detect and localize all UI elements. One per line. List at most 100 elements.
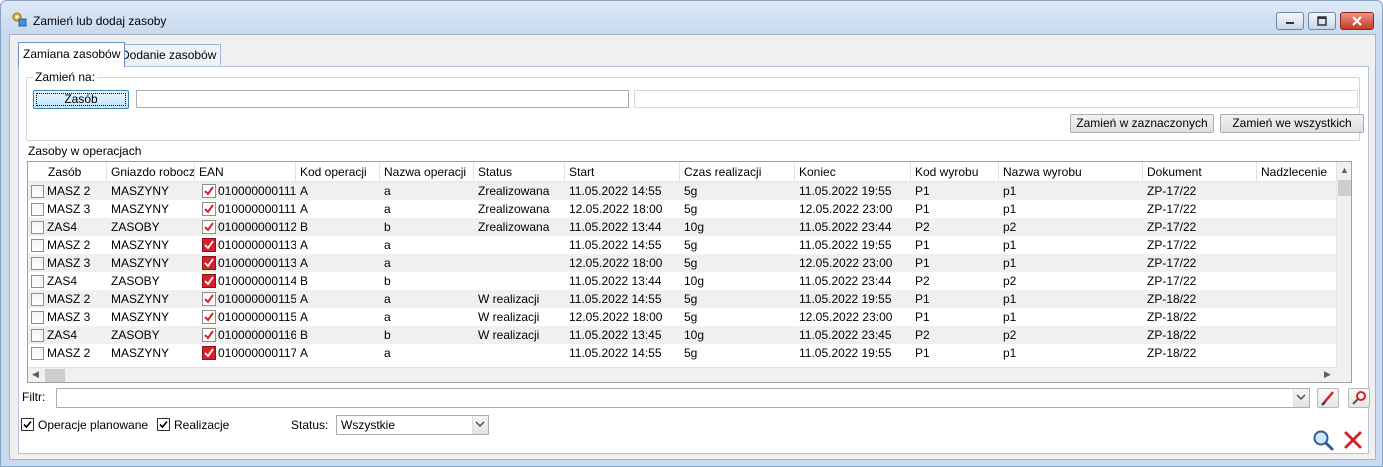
cell-zasob: ZAS4: [47, 328, 78, 342]
cell-gniazdo: ZASOBY: [111, 220, 160, 234]
cancel-button[interactable]: [1341, 428, 1365, 452]
cell-czas: 5g: [684, 184, 698, 198]
status-select[interactable]: Wszystkie: [336, 415, 489, 435]
cell-ean: 010000000111: [218, 202, 296, 216]
cell-nazwa-wyrobu: p1: [1003, 202, 1017, 216]
cell-zasob: MASZ 2: [47, 292, 91, 306]
cell-nazwa: b: [384, 328, 391, 342]
cell-kod-wyrobu: P1: [915, 238, 930, 252]
filter-label: Filtr:: [22, 390, 46, 404]
app-icon: [12, 12, 27, 27]
table-row[interactable]: MASZ 2 MASZYNY 010000000117 Aa 11.05.2022 14…: [28, 344, 1338, 362]
cell-kod-wyrobu: P2: [915, 274, 930, 288]
resource-code-field[interactable]: [136, 90, 629, 108]
cell-status: [474, 236, 565, 254]
table-row[interactable]: MASZ 2 MASZYNY 010000000111 Aa Zrealizowana 1…: [28, 182, 1338, 200]
column-header[interactable]: Zasób: [28, 162, 107, 182]
cell-dokument: ZP-17/22: [1147, 238, 1197, 252]
cell-nadzlecenie: [1257, 236, 1338, 254]
table-row[interactable]: ZAS4 ZASOBY 010000000114 Bb 11.05.2022 13:44…: [28, 272, 1338, 290]
grid-rows: MASZ 2 MASZYNY 010000000111 Aa Zrealizowana 1…: [28, 182, 1338, 368]
cell-dokument: ZP-18/22: [1147, 328, 1197, 342]
search-button[interactable]: [1311, 428, 1335, 452]
table-row[interactable]: ZAS4 ZASOBY 010000000116 Bb W realizacji 11.0…: [28, 326, 1338, 344]
column-header[interactable]: Koniec: [795, 162, 911, 182]
cell-start: 12.05.2022 18:00: [569, 202, 663, 216]
column-header[interactable]: Nazwa operacji: [380, 162, 474, 182]
column-header[interactable]: Gniazdo robocze: [107, 162, 195, 182]
ean-checked-icon: [202, 256, 216, 270]
filter-dropdown-button[interactable]: [1293, 389, 1309, 407]
cell-start: 11.05.2022 13:45: [569, 328, 662, 342]
cell-zasob: MASZ 2: [47, 184, 91, 198]
resource-name-field[interactable]: [634, 90, 1358, 108]
cell-dokument: ZP-18/22: [1147, 310, 1197, 324]
minimize-button[interactable]: [1276, 12, 1304, 30]
table-row[interactable]: MASZ 3 MASZYNY 010000000111 Aa Zrealizowana 1…: [28, 200, 1338, 218]
resource-select-button[interactable]: Zasób: [33, 90, 129, 109]
realizations-checkbox[interactable]: [157, 418, 170, 431]
cell-ean: 010000000111: [218, 184, 296, 198]
cell-start: 11.05.2022 14:55: [569, 238, 662, 252]
cell-nadzlecenie: [1257, 200, 1338, 218]
cell-koniec: 11.05.2022 23:44: [799, 274, 892, 288]
close-button[interactable]: [1340, 12, 1374, 30]
replace-selected-button[interactable]: Zamień w zaznaczonych: [1070, 114, 1214, 133]
horizontal-scroll-thumb[interactable]: [45, 369, 65, 382]
cell-nazwa-wyrobu: p1: [1003, 256, 1017, 270]
cancel-icon: [1344, 431, 1362, 449]
column-header[interactable]: Kod operacji: [296, 162, 380, 182]
cell-zasob: MASZ 3: [47, 310, 91, 324]
table-row[interactable]: MASZ 3 MASZYNY 010000000115 Aa W realizacji 1…: [28, 308, 1338, 326]
column-header[interactable]: Kod wyrobu: [911, 162, 999, 182]
table-row[interactable]: MASZ 2 MASZYNY 010000000113 Aa 11.05.2022 14…: [28, 236, 1338, 254]
horizontal-scrollbar[interactable]: ◀ ▶: [28, 367, 1338, 382]
dialog-window: Zamień lub dodaj zasoby Zamiana zasobów …: [0, 0, 1383, 467]
ean-checked-icon: [202, 184, 216, 198]
check-icon: [159, 420, 168, 429]
cell-start: 11.05.2022 14:55: [569, 292, 662, 306]
planned-operations-checkbox[interactable]: [21, 418, 34, 431]
cell-ean: 010000000112: [218, 220, 296, 234]
planned-operations-label: Operacje planowane: [38, 418, 149, 432]
build-filter-icon: [1352, 391, 1366, 405]
column-header[interactable]: Dokument: [1143, 162, 1257, 182]
vertical-scroll-thumb[interactable]: [1338, 180, 1351, 196]
column-header[interactable]: Nadzlecenie: [1257, 162, 1338, 182]
title-bar[interactable]: Zamień lub dodaj zasoby: [1, 1, 1382, 33]
table-row[interactable]: MASZ 3 MASZYNY 010000000113 Aa 12.05.2022 18…: [28, 254, 1338, 272]
cell-zasob: ZAS4: [47, 220, 78, 234]
vertical-scrollbar[interactable]: ▲: [1336, 162, 1351, 368]
maximize-button[interactable]: [1308, 12, 1336, 30]
table-row[interactable]: ZAS4 ZASOBY 010000000112 Bb Zrealizowana 11.0…: [28, 218, 1338, 236]
status-dropdown-button[interactable]: [472, 416, 488, 434]
cell-dokument: ZP-17/22: [1147, 274, 1197, 288]
cell-czas: 5g: [684, 256, 698, 270]
clear-filter-button[interactable]: [1317, 388, 1339, 408]
column-header[interactable]: EAN: [195, 162, 296, 182]
column-header[interactable]: Start: [565, 162, 680, 182]
chevron-down-icon: [475, 421, 485, 427]
cell-nazwa-wyrobu: p2: [1003, 274, 1017, 288]
build-filter-button[interactable]: [1348, 388, 1370, 408]
replace-all-button[interactable]: Zamień we wszystkich: [1220, 114, 1364, 133]
ean-checked-icon: [202, 238, 216, 252]
cell-nazwa: a: [384, 346, 391, 360]
scroll-up-icon[interactable]: ▲: [1340, 165, 1349, 175]
cell-koniec: 11.05.2022 23:44: [799, 220, 892, 234]
cell-zasob: MASZ 3: [47, 202, 91, 216]
cell-koniec: 12.05.2022 23:00: [799, 202, 893, 216]
cell-gniazdo: MASZYNY: [111, 346, 170, 360]
scroll-left-icon[interactable]: ◀: [32, 369, 39, 380]
scroll-right-icon[interactable]: ▶: [1324, 369, 1331, 380]
operations-legend: Zasoby w operacjach: [26, 144, 144, 158]
column-header[interactable]: Nazwa wyrobu: [999, 162, 1143, 182]
table-row[interactable]: MASZ 2 MASZYNY 010000000115 Aa W realizacji 1…: [28, 290, 1338, 308]
cell-nadzlecenie: [1257, 182, 1338, 200]
filter-input[interactable]: [56, 388, 1310, 408]
tab-zamiana-zasobow[interactable]: Zamiana zasobów: [18, 42, 126, 67]
column-header[interactable]: Status: [474, 162, 565, 182]
cell-nadzlecenie: [1257, 218, 1338, 236]
column-header[interactable]: Czas realizacji: [680, 162, 795, 182]
tab-dodanie-zasobow[interactable]: Dodanie zasobów: [116, 44, 222, 65]
